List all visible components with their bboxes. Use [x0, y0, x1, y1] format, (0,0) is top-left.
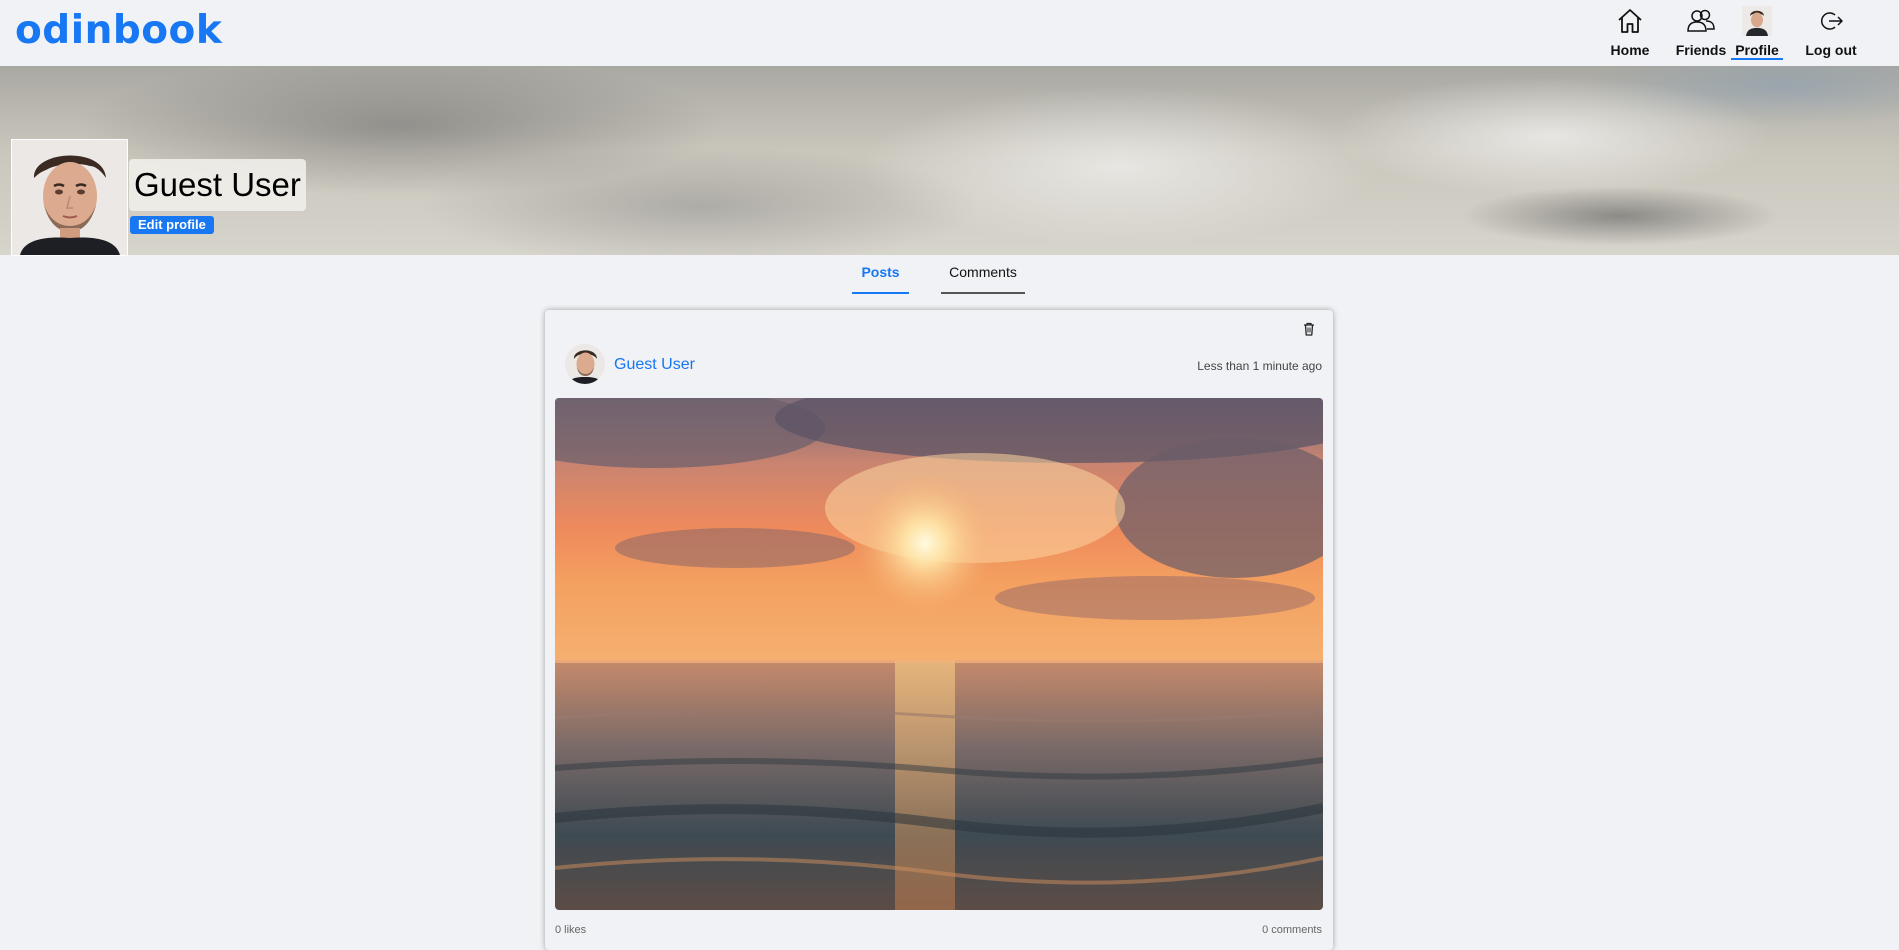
post-likes-count[interactable]: 0 likes — [555, 924, 586, 936]
post-card: Guest User Less than 1 minute ago 0 like… — [545, 310, 1333, 950]
active-indicator — [1731, 58, 1783, 60]
friends-icon — [1687, 9, 1715, 32]
nav-logout-label: Log out — [1805, 42, 1857, 58]
nav-home-label: Home — [1610, 42, 1650, 58]
profile-photo — [12, 140, 127, 255]
avatar — [1742, 6, 1772, 36]
nav-home[interactable]: Home — [1603, 0, 1657, 62]
post-image[interactable] — [555, 398, 1323, 910]
logo[interactable]: odinbook — [15, 8, 222, 53]
nav-friends[interactable]: Friends — [1673, 0, 1729, 62]
sunset-photo — [555, 398, 1323, 910]
nav-logout[interactable]: Log out — [1801, 0, 1861, 62]
logout-icon — [1820, 12, 1843, 30]
post-timestamp: Less than 1 minute ago — [1197, 359, 1322, 373]
edit-profile-button[interactable]: Edit profile — [130, 216, 214, 234]
nav-profile[interactable]: Profile — [1731, 0, 1783, 62]
tab-comments[interactable]: Comments — [941, 264, 1025, 294]
profile-name: Guest User — [134, 166, 301, 203]
avatar — [565, 344, 605, 384]
nav-friends-label: Friends — [1675, 42, 1727, 58]
profile-avatar — [11, 139, 128, 256]
post-comments-count[interactable]: 0 comments — [1262, 924, 1322, 936]
profile-name-box: Guest User — [129, 159, 306, 211]
tab-posts[interactable]: Posts — [852, 264, 909, 294]
post-author-name[interactable]: Guest User — [614, 356, 695, 374]
top-nav-bar: odinbook Home Friends Profile Log out — [0, 0, 1899, 67]
home-icon — [1618, 9, 1642, 33]
trash-icon[interactable] — [1301, 321, 1317, 337]
post-author-avatar[interactable] — [565, 344, 605, 384]
nav-profile-label: Profile — [1735, 42, 1779, 58]
